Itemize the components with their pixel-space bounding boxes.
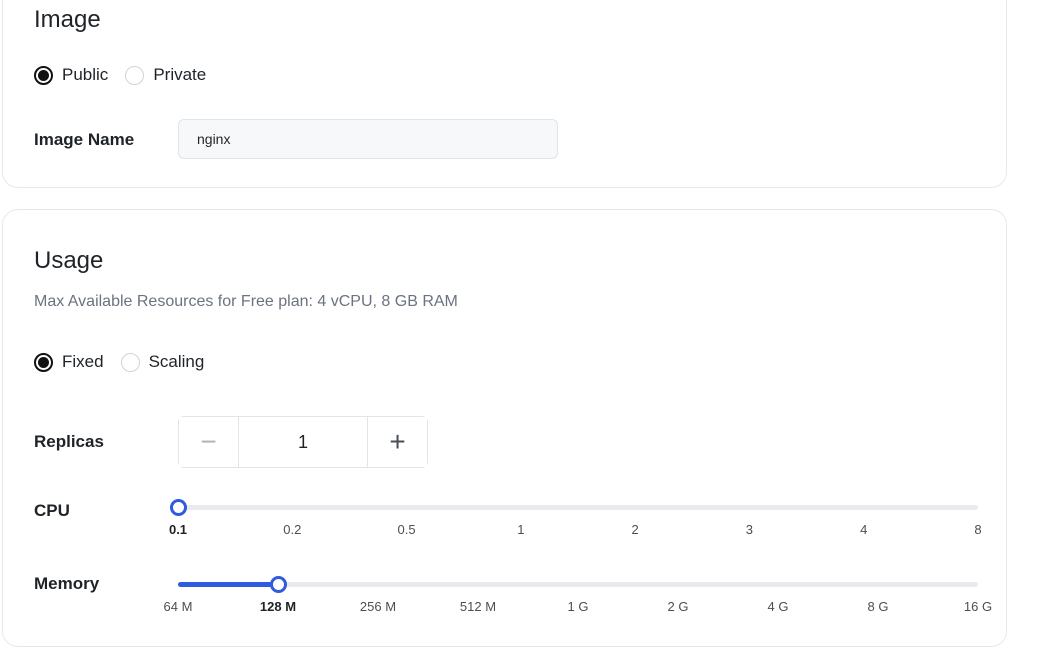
memory-tick-label[interactable]: 8 G [868, 599, 889, 614]
cpu-tick-label[interactable]: 3 [746, 522, 753, 537]
memory-tick-label[interactable]: 64 M [164, 599, 193, 614]
memory-slider-track[interactable] [178, 582, 978, 587]
radio-fixed[interactable]: Fixed [34, 352, 104, 372]
radio-scaling[interactable]: Scaling [120, 352, 205, 372]
replicas-value: 1 [297, 431, 308, 452]
radio-checked-icon [34, 352, 53, 372]
radio-checked-icon [34, 65, 53, 85]
cpu-tick-label[interactable]: 1 [517, 522, 524, 537]
memory-tick-label[interactable]: 512 M [460, 599, 496, 614]
radio-private[interactable]: Private [125, 65, 206, 85]
increment-button[interactable]: + [367, 417, 427, 467]
radio-fixed-label: Fixed [62, 352, 104, 371]
memory-tick-label[interactable]: 256 M [360, 599, 396, 614]
usage-card: Usage Max Available Resources for Free p… [2, 209, 1007, 647]
radio-unchecked-icon [120, 352, 140, 372]
cpu-slider-track[interactable] [178, 505, 978, 510]
decrement-button[interactable]: − [179, 417, 239, 467]
memory-slider[interactable]: 64 M 128 M 256 M 512 M 1 G 2 G 4 G 8 G 16 G [164, 574, 992, 614]
radio-unchecked-icon [125, 65, 145, 85]
memory-slider-thumb[interactable] [270, 576, 287, 593]
memory-tick-label[interactable]: 1 G [568, 599, 589, 614]
replicas-label: Replicas [34, 432, 104, 451]
replicas-stepper: − 1 + [178, 416, 428, 468]
cpu-label: CPU [34, 501, 70, 520]
page: Image Public Private Image Name Usage Ma… [0, 0, 1045, 669]
minus-icon: − [200, 426, 217, 457]
radio-scaling-label: Scaling [148, 352, 205, 371]
image-name-label: Image Name [34, 130, 135, 149]
cpu-tick-label[interactable]: 0.5 [398, 522, 416, 537]
radio-public-label: Public [62, 65, 109, 84]
cpu-tick-label[interactable]: 4 [860, 522, 867, 537]
memory-tick-label[interactable]: 2 G [668, 599, 689, 614]
radio-private-label: Private [153, 65, 207, 84]
image-card: Image Public Private Image Name [2, 0, 1007, 188]
image-section-title: Image [34, 6, 101, 33]
memory-tick-label[interactable]: 16 G [964, 599, 992, 614]
cpu-slider[interactable]: 0.1 0.2 0.5 1 2 3 4 8 [169, 497, 982, 537]
cpu-slider-thumb[interactable] [170, 499, 187, 516]
image-name-input[interactable] [178, 119, 558, 159]
plus-icon: + [389, 426, 406, 457]
mode-radio-group: Fixed Scaling [34, 352, 221, 372]
usage-section-title: Usage [34, 247, 104, 274]
memory-slider-fill [178, 582, 278, 587]
usage-subtitle: Max Available Resources for Free plan: 4… [34, 293, 458, 310]
cpu-tick-label[interactable]: 0.1 [169, 522, 187, 537]
radio-public[interactable]: Public [34, 65, 108, 85]
memory-label: Memory [34, 574, 100, 593]
cpu-tick-label[interactable]: 2 [632, 522, 639, 537]
cpu-tick-label[interactable]: 0.2 [283, 522, 301, 537]
cpu-tick-label[interactable]: 8 [974, 522, 981, 537]
memory-tick-label[interactable]: 4 G [768, 599, 789, 614]
memory-tick-label[interactable]: 128 M [260, 599, 296, 614]
visibility-radio-group: Public Private [34, 65, 223, 85]
